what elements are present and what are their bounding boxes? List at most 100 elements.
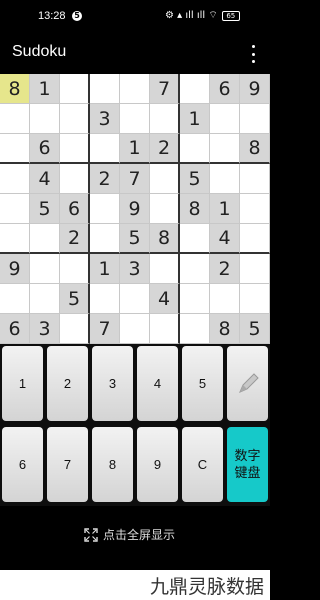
sudoku-cell-r3c2[interactable]: 6 (30, 134, 60, 164)
sudoku-cell-r6c3[interactable]: 2 (60, 224, 90, 254)
sudoku-cell-r9c1[interactable]: 6 (0, 314, 30, 344)
sudoku-cell-r1c3[interactable] (60, 74, 90, 104)
sudoku-cell-r4c2[interactable]: 4 (30, 164, 60, 194)
key-8[interactable]: 8 (92, 427, 133, 502)
sudoku-cell-r1c7[interactable] (180, 74, 210, 104)
numeric-keyboard-label-2: 键盘 (234, 465, 261, 481)
sudoku-cell-r8c7[interactable] (180, 284, 210, 314)
sudoku-cell-r3c4[interactable] (90, 134, 120, 164)
key-3[interactable]: 3 (92, 346, 133, 421)
sudoku-cell-r4c7[interactable]: 5 (180, 164, 210, 194)
sudoku-cell-r8c5[interactable] (120, 284, 150, 314)
sudoku-cell-r8c3[interactable]: 5 (60, 284, 90, 314)
sudoku-cell-r1c6[interactable]: 7 (150, 74, 180, 104)
sudoku-cell-r6c2[interactable] (30, 224, 60, 254)
pencil-button[interactable] (227, 346, 268, 421)
sudoku-cell-r6c6[interactable]: 8 (150, 224, 180, 254)
sudoku-cell-r9c5[interactable] (120, 314, 150, 344)
sudoku-cell-r6c8[interactable]: 4 (210, 224, 240, 254)
sudoku-cell-r9c9[interactable]: 5 (240, 314, 270, 344)
sudoku-cell-r8c8[interactable] (210, 284, 240, 314)
sudoku-cell-r3c1[interactable] (0, 134, 30, 164)
key-7[interactable]: 7 (47, 427, 88, 502)
sudoku-cell-r2c7[interactable]: 1 (180, 104, 210, 134)
sudoku-cell-r2c8[interactable] (210, 104, 240, 134)
sudoku-cell-r2c1[interactable] (0, 104, 30, 134)
sudoku-cell-r7c3[interactable] (60, 254, 90, 284)
sudoku-cell-r2c4[interactable]: 3 (90, 104, 120, 134)
sudoku-cell-r4c4[interactable]: 2 (90, 164, 120, 194)
sudoku-cell-r9c2[interactable]: 3 (30, 314, 60, 344)
key-1[interactable]: 1 (2, 346, 43, 421)
sudoku-cell-r9c6[interactable] (150, 314, 180, 344)
sudoku-cell-r8c2[interactable] (30, 284, 60, 314)
sudoku-cell-r5c1[interactable] (0, 194, 30, 224)
sudoku-cell-r1c8[interactable]: 6 (210, 74, 240, 104)
sudoku-cell-r1c4[interactable] (90, 74, 120, 104)
sudoku-cell-r8c9[interactable] (240, 284, 270, 314)
sudoku-cell-r7c2[interactable] (30, 254, 60, 284)
sudoku-cell-r8c1[interactable] (0, 284, 30, 314)
sudoku-cell-r7c6[interactable] (150, 254, 180, 284)
key-5[interactable]: 5 (182, 346, 223, 421)
sudoku-cell-r9c4[interactable]: 7 (90, 314, 120, 344)
sudoku-cell-r6c1[interactable] (0, 224, 30, 254)
sudoku-cell-r4c3[interactable] (60, 164, 90, 194)
sudoku-cell-r5c2[interactable]: 5 (30, 194, 60, 224)
sudoku-cell-r3c3[interactable] (60, 134, 90, 164)
sudoku-cell-r5c3[interactable]: 6 (60, 194, 90, 224)
sudoku-cell-r9c7[interactable] (180, 314, 210, 344)
fullscreen-button[interactable]: 点击全屏显示 (84, 526, 175, 543)
sudoku-cell-r3c9[interactable]: 8 (240, 134, 270, 164)
sudoku-cell-r5c7[interactable]: 8 (180, 194, 210, 224)
sudoku-cell-r7c1[interactable]: 9 (0, 254, 30, 284)
sudoku-cell-r4c5[interactable]: 7 (120, 164, 150, 194)
sudoku-cell-r5c5[interactable]: 9 (120, 194, 150, 224)
sudoku-cell-r7c7[interactable] (180, 254, 210, 284)
sudoku-cell-r3c6[interactable]: 2 (150, 134, 180, 164)
numeric-keyboard-button[interactable]: 数字 键盘 (227, 427, 268, 502)
fullscreen-label: 点击全屏显示 (103, 528, 176, 542)
key-6[interactable]: 6 (2, 427, 43, 502)
sudoku-cell-r2c5[interactable] (120, 104, 150, 134)
sudoku-cell-r4c1[interactable] (0, 164, 30, 194)
sudoku-cell-r2c6[interactable] (150, 104, 180, 134)
sudoku-grid: 81769316128427556981258491325463785 (0, 74, 270, 344)
key-4[interactable]: 4 (137, 346, 178, 421)
sudoku-cell-r6c7[interactable] (180, 224, 210, 254)
sudoku-cell-r4c8[interactable] (210, 164, 240, 194)
sudoku-cell-r3c7[interactable] (180, 134, 210, 164)
sudoku-cell-r5c6[interactable] (150, 194, 180, 224)
sudoku-cell-r2c2[interactable] (30, 104, 60, 134)
sudoku-cell-r1c2[interactable]: 1 (30, 74, 60, 104)
sudoku-cell-r6c5[interactable]: 5 (120, 224, 150, 254)
sudoku-cell-r8c4[interactable] (90, 284, 120, 314)
sudoku-cell-r9c3[interactable] (60, 314, 90, 344)
sudoku-cell-r7c5[interactable]: 3 (120, 254, 150, 284)
more-options-icon[interactable] (250, 45, 256, 63)
key-2[interactable]: 2 (47, 346, 88, 421)
sudoku-cell-r2c9[interactable] (240, 104, 270, 134)
sudoku-cell-r5c4[interactable] (90, 194, 120, 224)
sudoku-cell-r7c8[interactable]: 2 (210, 254, 240, 284)
bottom-bar: 点击全屏显示 (0, 506, 270, 570)
sudoku-cell-r9c8[interactable]: 8 (210, 314, 240, 344)
sudoku-cell-r6c4[interactable] (90, 224, 120, 254)
sudoku-cell-r3c5[interactable]: 1 (120, 134, 150, 164)
key-9[interactable]: 9 (137, 427, 178, 502)
sudoku-cell-r7c9[interactable] (240, 254, 270, 284)
sudoku-cell-r4c6[interactable] (150, 164, 180, 194)
sudoku-cell-r3c8[interactable] (210, 134, 240, 164)
sudoku-cell-r7c4[interactable]: 1 (90, 254, 120, 284)
key-clear[interactable]: C (182, 427, 223, 502)
sudoku-cell-r1c1[interactable]: 8 (0, 74, 30, 104)
sudoku-cell-r1c5[interactable] (120, 74, 150, 104)
sudoku-cell-r5c9[interactable] (240, 194, 270, 224)
sudoku-cell-r4c9[interactable] (240, 164, 270, 194)
sudoku-cell-r1c9[interactable]: 9 (240, 74, 270, 104)
sudoku-cell-r8c6[interactable]: 4 (150, 284, 180, 314)
keypad: 1 2 3 4 5 6 7 8 9 C 数字 键盘 (0, 344, 270, 506)
sudoku-cell-r2c3[interactable] (60, 104, 90, 134)
sudoku-cell-r6c9[interactable] (240, 224, 270, 254)
sudoku-cell-r5c8[interactable]: 1 (210, 194, 240, 224)
